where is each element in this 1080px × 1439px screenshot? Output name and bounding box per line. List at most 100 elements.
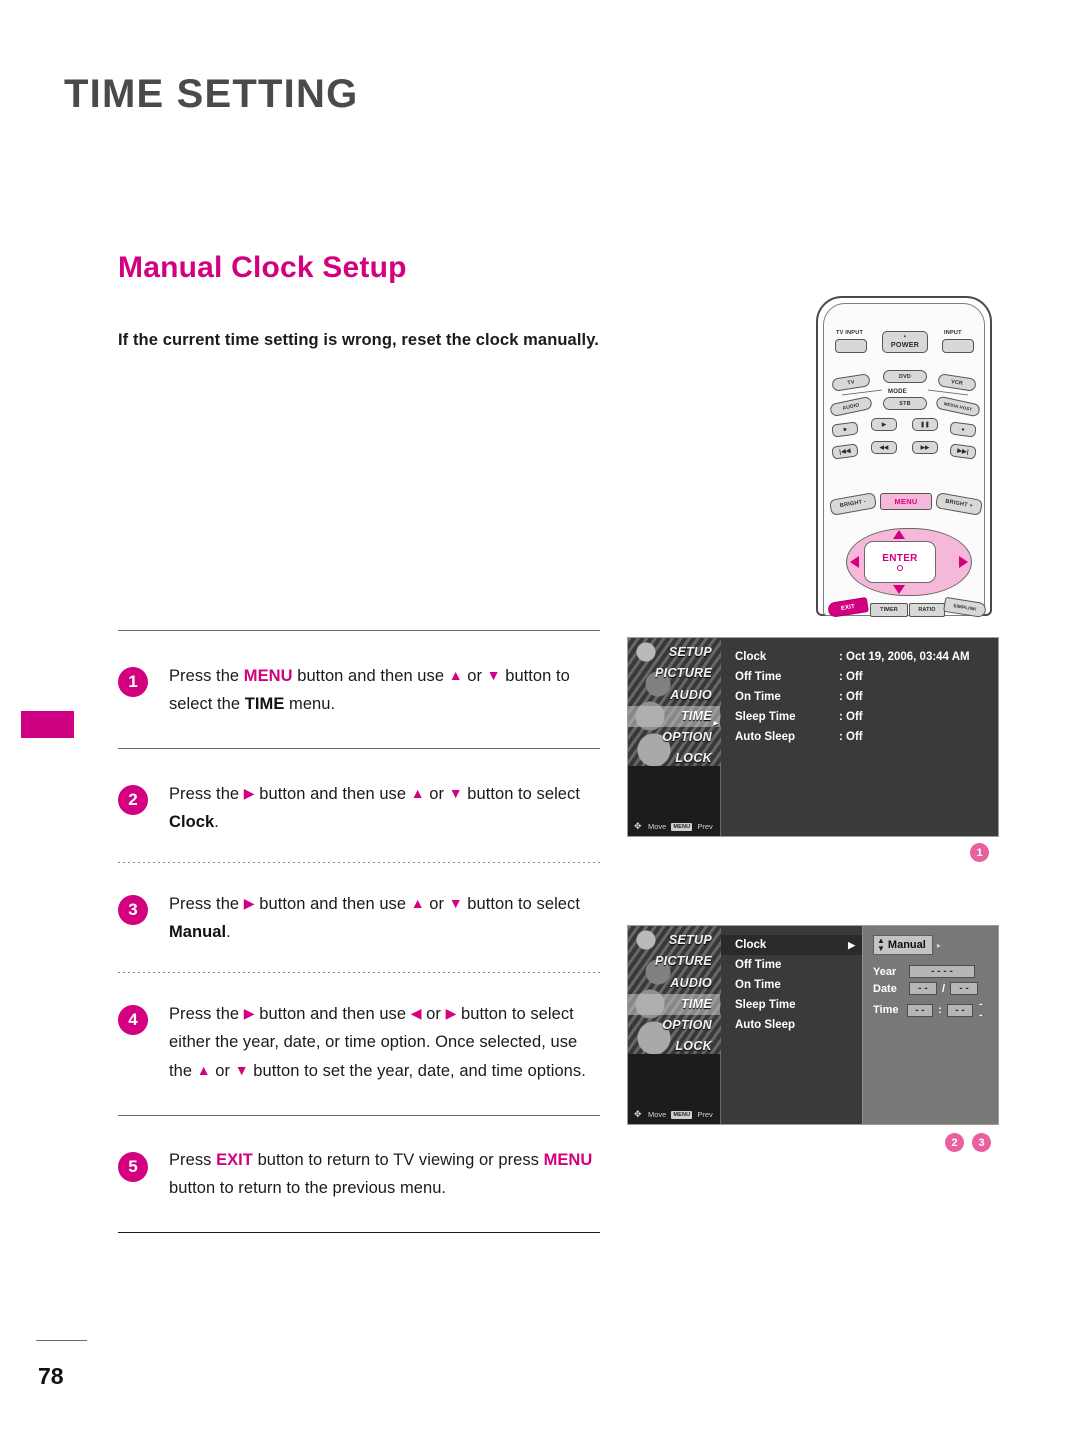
step-4-number: 4	[118, 1005, 148, 1035]
step-3-text: Press the ▶ button and then use ▲ or ▼ b…	[169, 889, 600, 946]
direction-arrow-icon: ▼	[448, 895, 463, 911]
clock-field-time: Time - -: - - - -	[873, 999, 988, 1021]
osd2-category-picture[interactable]: PICTURE	[628, 951, 720, 972]
setting-label: On Time	[735, 979, 781, 991]
osd2-footer: ✥ Move MENU Prev	[628, 1110, 721, 1120]
menu-button[interactable]: MENU	[880, 493, 932, 510]
category-label: OPTION	[662, 1018, 712, 1033]
osd2-category-setup[interactable]: SETUP	[628, 930, 720, 951]
skip-forward-button[interactable]: ▶▶|	[949, 443, 977, 460]
setting-label: Sleep Time	[735, 999, 796, 1011]
direction-arrow-icon: ▶	[243, 895, 255, 911]
ratio-button[interactable]: RATIO	[909, 603, 945, 617]
exit-button[interactable]: EXIT	[827, 596, 869, 619]
audio-mode-button[interactable]: AUDIO	[829, 395, 873, 418]
enter-button[interactable]: ENTER	[864, 541, 936, 583]
osd1-setting-row[interactable]: On Time: Off	[721, 687, 998, 707]
rewind-button[interactable]: ◀◀	[871, 441, 897, 454]
direction-arrow-icon: ▼	[448, 785, 463, 801]
power-button[interactable]: ⚬ POWER	[882, 331, 928, 353]
play-button[interactable]: ▶	[871, 418, 897, 431]
field-value-box[interactable]: - -	[950, 982, 979, 995]
clock-mode-chip[interactable]: ▲ ▼ Manual	[873, 935, 933, 955]
stb-mode-button[interactable]: STB	[883, 397, 927, 410]
osd1-setting-row[interactable]: Auto Sleep: Off	[721, 727, 998, 747]
timer-label: TIMER	[880, 607, 898, 613]
field-value-box[interactable]: - - - -	[909, 965, 975, 978]
nav-up-arrow-icon[interactable]	[893, 530, 905, 539]
field-label: Date	[873, 982, 897, 995]
emphasis: Clock	[169, 813, 215, 831]
nav-right-arrow-icon[interactable]	[959, 556, 968, 568]
dvd-mode-button[interactable]: DVD	[883, 370, 927, 383]
field-value-box[interactable]: - -	[909, 982, 937, 995]
simplink-label: SIMPLINK	[952, 603, 978, 612]
osd2-setting-row[interactable]: Sleep Time	[721, 995, 862, 1015]
direction-arrow-icon: ▶	[243, 1005, 255, 1021]
osd2-category-time[interactable]: TIME	[628, 993, 720, 1016]
osd1-category-sidebar: SETUP PICTURE AUDIO TIME ▶ OPTION LOCK ✥ Move …	[628, 638, 721, 836]
osd2-setting-row[interactable]: On Time	[721, 975, 862, 995]
nav-left-arrow-icon[interactable]	[850, 556, 859, 568]
osd2-category-sidebar: SETUP PICTURE AUDIO TIME OPTION LOCK ✥ Move M…	[628, 926, 721, 1124]
text: button and then use	[254, 785, 411, 803]
fast-forward-button[interactable]: ▶▶	[912, 441, 938, 454]
osd1-category-picture[interactable]: PICTURE	[628, 663, 720, 684]
setting-label: Off Time	[735, 959, 782, 971]
bright-minus-button[interactable]: BRIGHT -	[828, 492, 878, 516]
bright-plus-button[interactable]: BRIGHT +	[934, 492, 984, 516]
intro-paragraph: If the current time setting is wrong, re…	[118, 331, 599, 349]
pause-button[interactable]: ❚❚	[912, 418, 938, 431]
step-2: 2 Press the ▶ button and then use ▲ or ▼…	[118, 779, 600, 836]
tv-input-button[interactable]	[835, 339, 867, 353]
input-button[interactable]	[942, 339, 974, 353]
text: Press the	[169, 667, 244, 685]
osd2-category-lock[interactable]: LOCK	[628, 1036, 720, 1057]
osd2-setting-row[interactable]: Off Time	[721, 955, 862, 975]
osd1-category-audio[interactable]: AUDIO	[628, 685, 720, 706]
osd2-setting-row[interactable]: Auto Sleep	[721, 1015, 862, 1035]
vcr-mode-button[interactable]: VCR	[937, 373, 977, 392]
osd1-setting-row[interactable]: Off Time: Off	[721, 667, 998, 687]
step-1-number: 1	[118, 667, 148, 697]
keyword: MENU	[543, 1151, 593, 1169]
setting-value: : Off	[839, 711, 863, 723]
menu-button-label: MENU	[894, 497, 918, 506]
direction-arrow-icon: ▼	[234, 1062, 249, 1078]
category-label: SETUP	[668, 933, 712, 947]
osd1-category-option[interactable]: OPTION	[628, 727, 720, 748]
field-value-box[interactable]: - -	[946, 1003, 974, 1017]
text: Press	[169, 1151, 217, 1169]
osd2-setting-row[interactable]: Clock ▶	[721, 935, 862, 955]
text: button to select	[462, 785, 580, 803]
callout-badge-1: 1	[970, 843, 989, 862]
osd1-category-setup[interactable]: SETUP	[628, 642, 720, 663]
timer-button[interactable]: TIMER	[870, 603, 908, 617]
osd1-category-list: SETUP PICTURE AUDIO TIME ▶ OPTION LOCK	[628, 638, 720, 770]
text: Press the	[169, 785, 244, 803]
simplink-button[interactable]: SIMPLINK	[943, 596, 987, 619]
category-label: TIME	[680, 708, 712, 723]
media-host-button[interactable]: MEDIA HOST	[935, 395, 981, 418]
stop-button[interactable]: ■	[831, 421, 859, 438]
osd1-setting-row[interactable]: Sleep Time: Off	[721, 707, 998, 727]
direction-arrow-icon: ▲	[410, 895, 425, 911]
osd2-category-option[interactable]: OPTION	[628, 1015, 720, 1036]
keyword: EXIT	[216, 1151, 253, 1169]
nav-down-arrow-icon[interactable]	[893, 585, 905, 594]
category-label: PICTURE	[655, 666, 712, 681]
osd2-category-audio[interactable]: AUDIO	[628, 973, 720, 994]
record-button[interactable]: ●	[949, 421, 977, 438]
category-label: PICTURE	[655, 954, 712, 969]
setting-label: Clock	[735, 651, 767, 663]
field-value-box[interactable]: - -	[906, 1003, 934, 1017]
category-label: SETUP	[668, 645, 712, 659]
osd1-category-lock[interactable]: LOCK	[628, 748, 720, 769]
remote-control-illustration: TV INPUT ⚬ POWER INPUT TV DVD VCR MODE A…	[812, 296, 996, 619]
osd1-category-time[interactable]: TIME ▶	[628, 705, 720, 728]
direction-arrow-icon: ▲	[196, 1062, 211, 1078]
tv-mode-button[interactable]: TV	[831, 373, 871, 392]
divider-bottom	[118, 1232, 600, 1233]
osd1-setting-row[interactable]: Clock: Oct 19, 2006, 03:44 AM	[721, 647, 998, 667]
skip-back-button[interactable]: |◀◀	[831, 443, 859, 460]
